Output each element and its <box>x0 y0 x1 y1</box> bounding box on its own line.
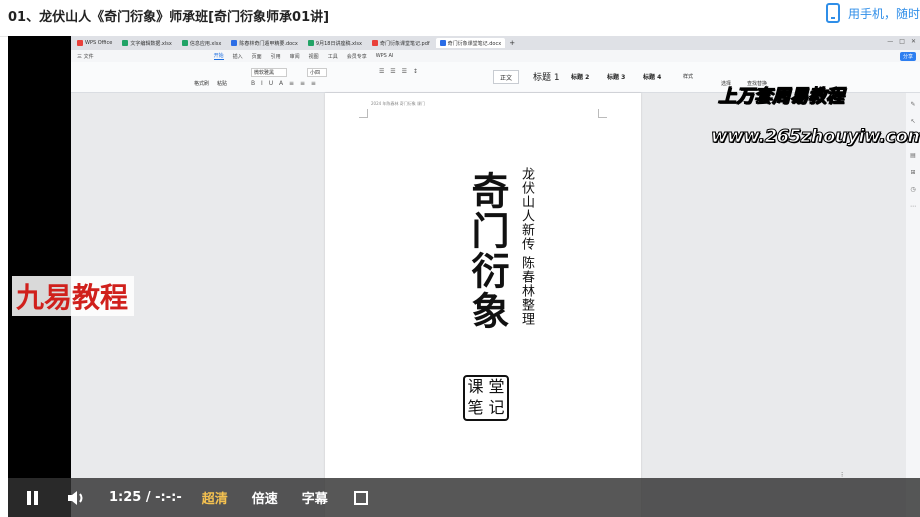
document-title: 奇门衍象 <box>465 171 510 331</box>
wps-tab-label: 奇门衍象课堂笔记.docx <box>447 40 502 47</box>
wps-tab-label: 信息应用.xlsx <box>189 40 222 47</box>
new-tab-icon: + <box>509 39 516 47</box>
minimize-icon: — <box>887 38 894 45</box>
sheet-file-icon <box>307 40 314 46</box>
more-icon: ⋯ <box>910 203 916 210</box>
playback-time: 1:25 / -:-:- <box>109 490 182 505</box>
quality-button[interactable]: 超清 <box>202 488 228 507</box>
clock-icon: ◷ <box>910 186 916 193</box>
menu-file: 三 文件 <box>77 53 94 60</box>
wps-tab: 陈春林奇门遁甲精要.docx <box>227 38 302 48</box>
paste-label: 粘贴 <box>217 81 228 87</box>
layout-icon: ▤ <box>910 152 916 159</box>
style-heading-3: 标题 3 <box>607 73 626 81</box>
share-button: 分享 <box>899 52 916 61</box>
margin-corner <box>598 109 607 118</box>
format-painter-label: 格式刷 <box>194 81 210 87</box>
brand-watermark: 九易教程 <box>12 276 135 316</box>
wps-tab-label: 陈春林奇门遁甲精要.docx <box>239 40 298 47</box>
seal-stamp: 课 堂 笔 记 <box>463 375 509 421</box>
fullscreen-icon[interactable] <box>353 490 368 505</box>
subtitles-button[interactable]: 字幕 <box>302 488 328 507</box>
watermark-url: www.265zhouyiw.com <box>711 126 920 148</box>
menu-page: 页面 <box>251 53 262 60</box>
margin-corner <box>359 109 368 118</box>
mobile-watch-link[interactable]: 用手机，随时 <box>825 3 920 23</box>
player-controls: 1:25 / -:-:- 超清 倍速 字幕 <box>8 478 920 517</box>
menu-review: 审阅 <box>289 53 300 60</box>
doc-file-icon <box>231 40 238 46</box>
pdf-file-icon <box>371 40 378 46</box>
wps-tab: WPS Office <box>73 38 116 48</box>
style-normal: 正文 <box>493 70 520 84</box>
font-name-select: 微软雅黑 <box>251 68 288 77</box>
mobile-watch-label[interactable]: 用手机，随时 <box>848 5 920 22</box>
document-subtitle: 龙伏山人新传 陈春林整理 <box>519 167 534 327</box>
wps-tab-active: 奇门衍象课堂笔记.docx <box>435 38 506 48</box>
menu-references: 引用 <box>270 53 281 60</box>
phone-icon <box>825 3 840 23</box>
grid-icon: ⊞ <box>910 169 916 176</box>
menu-insert: 插入 <box>232 53 243 60</box>
seal-char: 课 <box>467 377 484 396</box>
speed-button[interactable]: 倍速 <box>252 488 278 507</box>
document-page: 2024 年陈春林 奇门衍象 课门 奇门衍象 龙伏山人新传 陈春林整理 课 堂 … <box>325 93 641 517</box>
menu-view: 视图 <box>308 53 319 60</box>
seal-char: 记 <box>488 398 505 417</box>
sheet-file-icon <box>181 40 188 46</box>
menu-member: 会员专享 <box>346 53 367 60</box>
wps-tab: 文字编辑数据.xlsx <box>118 38 176 48</box>
style-heading-4: 标题 4 <box>643 73 662 81</box>
wps-tab-label: WPS Office <box>85 40 113 46</box>
pause-button[interactable] <box>26 490 39 505</box>
paragraph-icons: ☰ ☰ ☰ ↕ <box>379 68 420 75</box>
text-format-icons: B I U A ≡ ≡ ≡ <box>251 80 318 87</box>
seal-char: 笔 <box>467 398 484 417</box>
volume-icon[interactable] <box>67 490 87 506</box>
wps-tab: 信息应用.xlsx <box>178 38 226 48</box>
wps-tab: 奇门衍象课堂笔记.pdf <box>368 38 434 48</box>
wps-tab-label: 奇门衍象课堂笔记.pdf <box>379 40 430 47</box>
doc-file-icon <box>439 40 446 46</box>
menu-wps-ai: WPS AI <box>375 53 394 59</box>
wps-tab-bar: WPS Office 文字编辑数据.xlsx 信息应用.xlsx 陈春林奇门遁甲… <box>71 36 920 50</box>
video-player[interactable]: WPS Office 文字编辑数据.xlsx 信息应用.xlsx 陈春林奇门遁甲… <box>8 36 920 517</box>
page-header-text: 2024 年陈春林 奇门衍象 课门 <box>371 101 425 106</box>
page-title: 01、龙伏山人《奇门衍象》师承班[奇门衍象师承01讲] <box>8 10 330 25</box>
font-size-select: 小四 <box>307 68 328 77</box>
close-icon: ✕ <box>910 38 916 45</box>
header-bar: 01、龙伏山人《奇门衍象》师承班[奇门衍象师承01讲] 用手机，随时 <box>0 0 920 37</box>
menu-tools: 工具 <box>327 53 338 60</box>
sheet-file-icon <box>122 40 129 46</box>
wps-menu-bar: 三 文件 开始 插入 页面 引用 审阅 视图 工具 会员专享 WPS AI 分享 <box>71 50 920 62</box>
wps-tab-label: 文字编辑数据.xlsx <box>130 40 172 47</box>
seal-char: 堂 <box>488 377 505 396</box>
restore-icon: □ <box>899 38 905 45</box>
wps-side-toolbar: ✎ ↖ ⇋ ▤ ⊞ ◷ ⋯ <box>906 93 920 517</box>
document-area: 2024 年陈春林 奇门衍象 课门 奇门衍象 龙伏山人新传 陈春林整理 课 堂 … <box>71 93 906 517</box>
menu-home: 开始 <box>213 53 224 60</box>
wps-tab-label: 9月18日讲座稿.xlsx <box>315 40 362 47</box>
style-heading-2: 标题 2 <box>571 73 590 81</box>
video-frame: WPS Office 文字编辑数据.xlsx 信息应用.xlsx 陈春林奇门遁甲… <box>71 36 920 517</box>
window-controls: — □ ✕ <box>887 38 916 45</box>
watermark-tutorials: 上万套周易教程 <box>718 86 845 108</box>
style-more: 样式 <box>683 73 694 80</box>
wps-tab: 9月18日讲座稿.xlsx <box>304 38 366 48</box>
cursor-tool-icon: ↖ <box>910 118 916 125</box>
wps-logo-icon <box>77 40 83 46</box>
style-heading-1: 标题 1 <box>533 72 560 83</box>
pen-icon: ✎ <box>910 101 916 108</box>
